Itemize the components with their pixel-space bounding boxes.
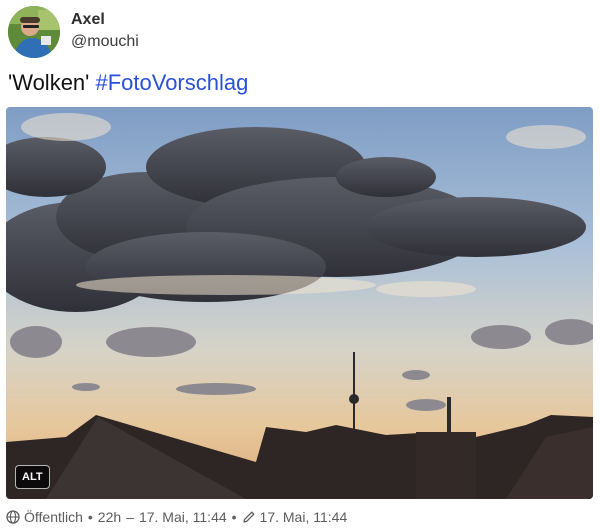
author-handle[interactable]: @mouchi [71, 32, 139, 52]
visibility-label[interactable]: Öffentlich [24, 507, 83, 527]
sky-photo [6, 107, 593, 499]
meta-separator: • [231, 509, 237, 525]
relative-time[interactable]: 22h [98, 507, 121, 527]
author-name[interactable]: Axel [71, 10, 139, 30]
time-dash: – [126, 509, 134, 525]
post-timestamp[interactable]: 17. Mai, 11:44 [139, 507, 227, 527]
avatar[interactable] [8, 6, 60, 58]
post-text: 'Wolken' [8, 70, 96, 95]
globe-icon [6, 510, 20, 524]
post-content: 'Wolken' #FotoVorschlag [8, 68, 592, 98]
hashtag-link[interactable]: #FotoVorschlag [95, 70, 248, 96]
post-media[interactable]: ALT [6, 107, 593, 499]
edited-time[interactable]: 17. Mai, 11:44 [260, 507, 348, 527]
meta-separator: • [87, 509, 93, 525]
post-header: Axel @mouchi [8, 6, 592, 58]
alt-badge[interactable]: ALT [15, 465, 50, 489]
pencil-icon [242, 510, 256, 524]
post-meta: Öffentlich • 22h – 17. Mai, 11:44 • 17. … [6, 507, 594, 527]
author-info: Axel @mouchi [71, 10, 139, 52]
